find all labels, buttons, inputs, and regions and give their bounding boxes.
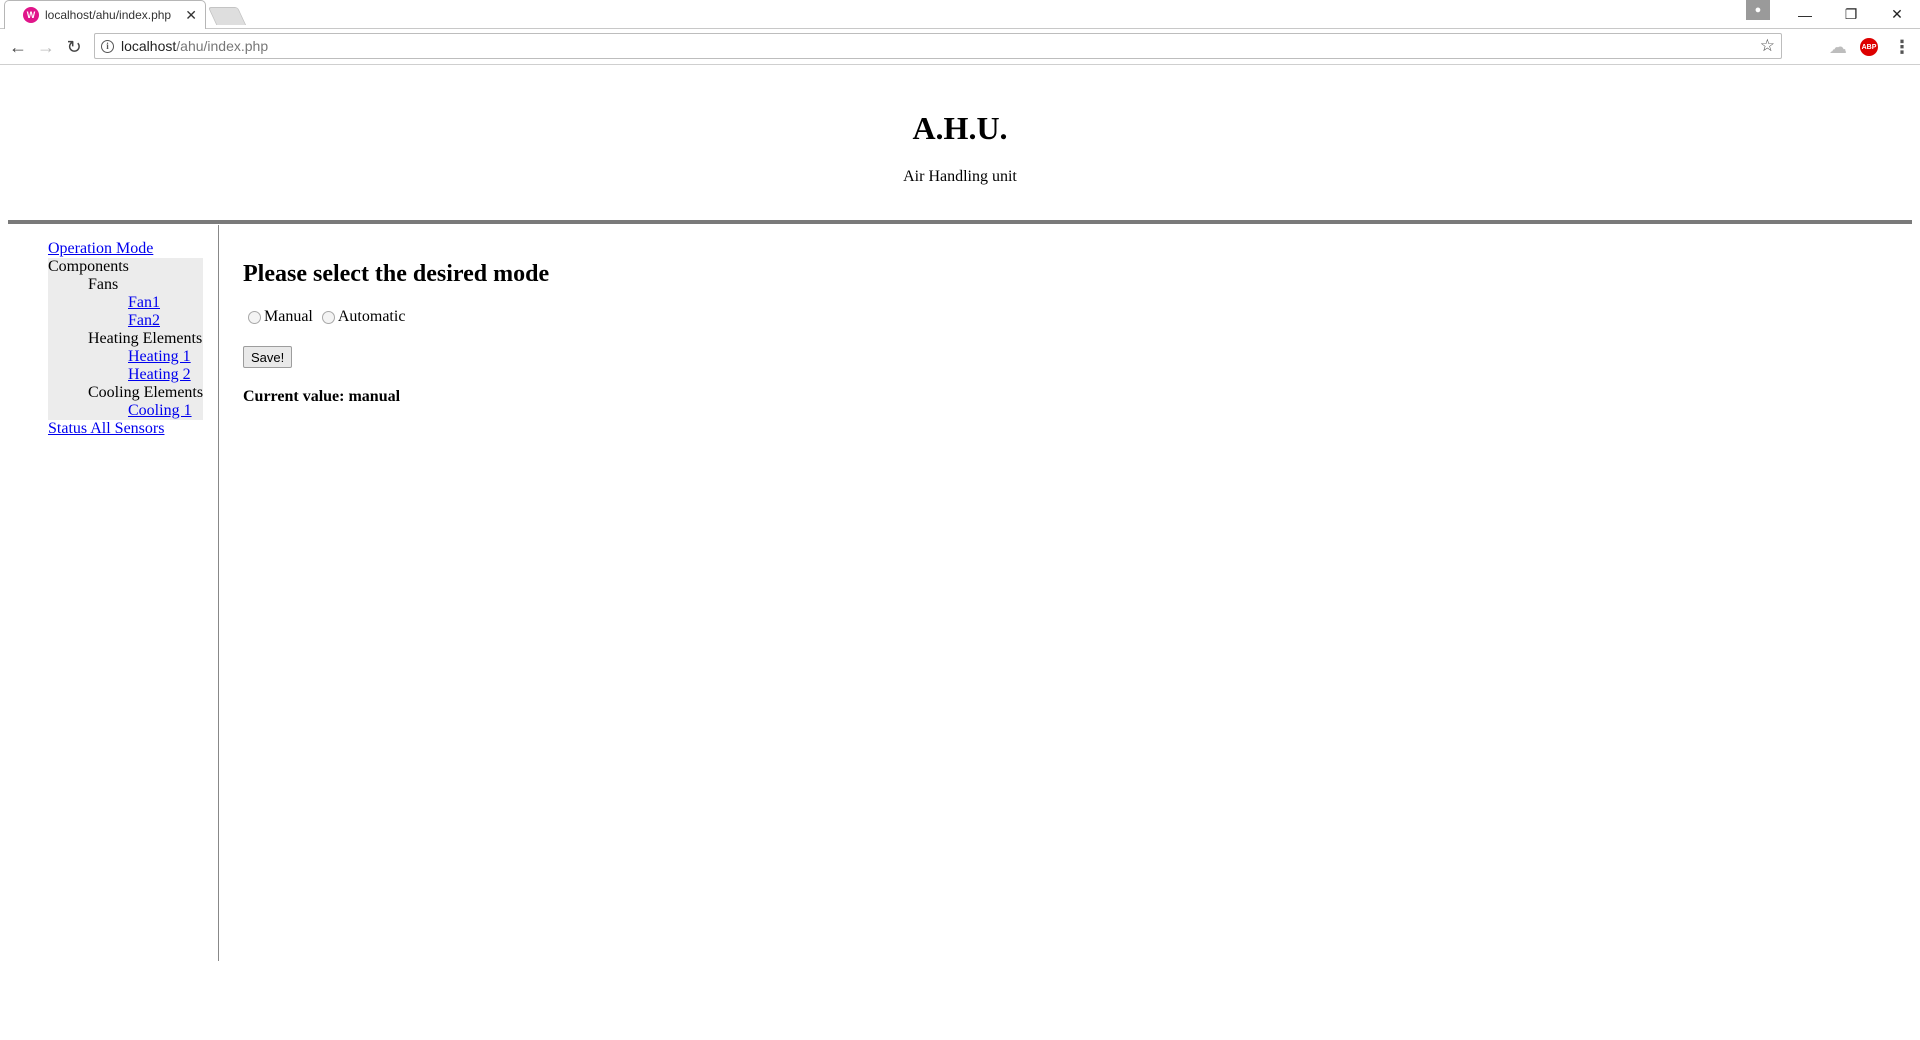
address-host: localhost — [121, 38, 177, 54]
address-bar[interactable]: i localhost/ahu/index.php ☆ — [94, 33, 1782, 59]
page-title: A.H.U. — [912, 110, 1008, 146]
tab-close-icon[interactable]: ✕ — [185, 7, 197, 24]
nav-label-components: Components — [48, 258, 129, 275]
nav-link-operation-mode[interactable]: Operation Mode — [48, 240, 153, 257]
minimize-icon[interactable]: — — [1782, 0, 1828, 29]
back-arrow-icon[interactable]: ← — [6, 35, 30, 59]
forward-arrow-icon[interactable]: → — [34, 35, 58, 59]
save-button[interactable]: Save! — [243, 346, 293, 368]
mode-heading: Please select the desired mode — [243, 261, 550, 287]
nav-label-heating-elements: Heating Elements — [88, 330, 203, 347]
nav-label-fans: Fans — [88, 276, 119, 293]
header-divider — [8, 220, 1912, 224]
automatic-radio[interactable] — [321, 310, 335, 324]
main-content: Please select the desired mode Manual Au… — [243, 258, 550, 405]
nav-link-status-all-sensors[interactable]: Status All Sensors — [48, 420, 164, 437]
restore-icon[interactable]: ❐ — [1828, 0, 1874, 29]
nav-label-cooling-elements: Cooling Elements — [88, 384, 204, 401]
adblock-plus-icon[interactable]: ABP — [1860, 38, 1878, 56]
new-tab-button[interactable] — [207, 7, 247, 25]
manual-radio[interactable] — [248, 310, 261, 324]
site-info-icon[interactable]: i — [101, 39, 114, 53]
sidebar-nav: Operation Mode Components Fans Fan1 Fan2… — [48, 240, 203, 438]
nav-link-fan1[interactable]: Fan1 — [128, 294, 160, 311]
components-group: Components Fans Fan1 Fan2 Heating Elemen… — [48, 258, 203, 420]
tab-title: localhost/ahu/index.php — [45, 8, 172, 22]
site-favicon-icon: W — [23, 7, 39, 23]
profile-icon[interactable]: ● — [1746, 0, 1770, 20]
window-controls: — ❐ ✕ — [1782, 0, 1920, 29]
mode-radio-group: Manual Automatic — [243, 308, 409, 326]
cloud-extension-icon[interactable]: ☁ — [1828, 37, 1848, 57]
nav-link-fan2[interactable]: Fan2 — [128, 312, 160, 329]
browser-tab-bar: W localhost/ahu/index.php ✕ ● — ❐ ✕ — [0, 0, 1920, 29]
page-header: A.H.U. Air Handling unit — [0, 66, 1920, 221]
page-subtitle: Air Handling unit — [903, 168, 1017, 185]
reload-icon[interactable]: ↻ — [62, 35, 86, 59]
nav-link-cooling1[interactable]: Cooling 1 — [128, 402, 192, 419]
browser-toolbar: ← → ↻ i localhost/ahu/index.php ☆ ☁ ABP … — [0, 29, 1920, 65]
bookmark-star-icon[interactable]: ☆ — [1760, 36, 1775, 56]
manual-radio-label[interactable]: Manual — [264, 308, 313, 326]
window-close-icon[interactable]: ✕ — [1874, 0, 1920, 29]
address-path: /ahu/index.php — [176, 38, 269, 54]
browser-menu-icon[interactable]: ⋮ — [1892, 37, 1912, 57]
automatic-radio-label[interactable]: Automatic — [338, 308, 406, 326]
browser-tab[interactable]: W localhost/ahu/index.php ✕ — [4, 0, 206, 29]
sidebar-divider — [218, 225, 219, 961]
nav-link-heating2[interactable]: Heating 2 — [128, 366, 191, 383]
nav-link-heating1[interactable]: Heating 1 — [128, 348, 191, 365]
current-value-text: Current value: manual — [243, 388, 401, 405]
